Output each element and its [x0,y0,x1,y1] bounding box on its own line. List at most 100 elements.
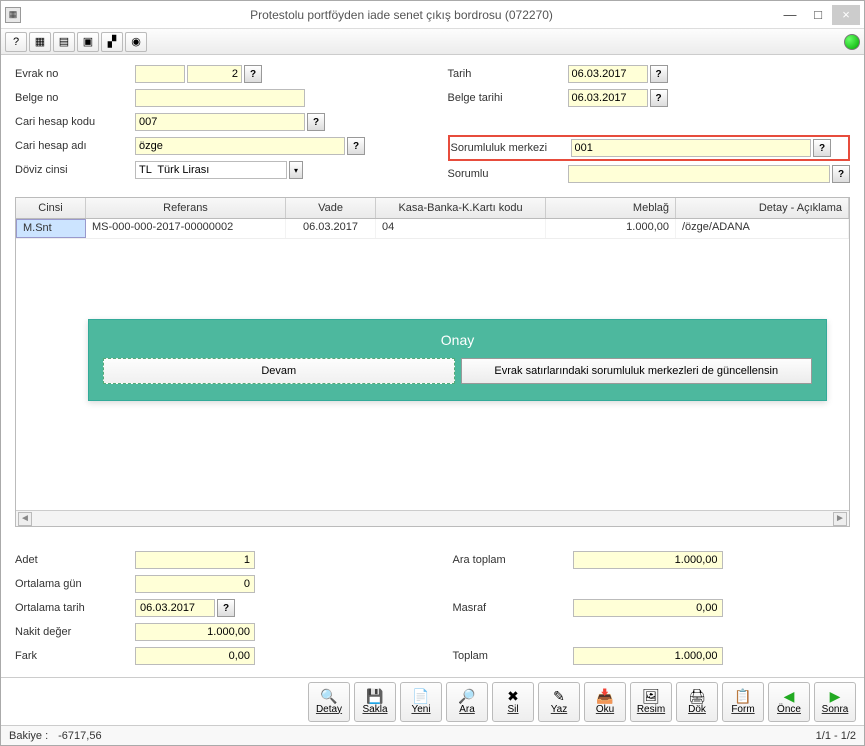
cell-vade: 06.03.2017 [286,219,376,238]
toolbar: ? ▦ ▤ ▣ ▞ ◉ [1,29,864,55]
col-detay[interactable]: Detay - Açıklama [676,198,849,218]
scroll-left-icon[interactable]: ◄ [18,512,32,526]
yeni-button[interactable]: 📄Yeni [400,682,442,722]
doviz-cinsi-field[interactable] [135,161,287,179]
form-grid: Evrak no ? Belge no Cari hesap kodu [15,63,850,187]
cell-detay: /özge/ADANA [676,219,849,238]
once-button[interactable]: ◀Önce [768,682,810,722]
label-ara-toplam: Ara toplam [453,554,573,566]
ortalama-tarih-help-icon[interactable]: ? [217,599,235,617]
ortalama-tarih-field[interactable] [135,599,215,617]
grid-header: Cinsi Referans Vade Kasa-Banka-K.Kartı k… [16,198,849,219]
prev-icon: ◀ [784,689,795,703]
window-controls: — □ × [776,5,860,25]
sil-button[interactable]: ✖Sil [492,682,534,722]
table-row[interactable]: M.Snt MS-000-000-2017-00000002 06.03.201… [16,219,849,239]
search-icon: 🔎 [458,689,475,703]
tarih-field[interactable] [568,65,648,83]
sorumluluk-field[interactable] [571,139,812,157]
confirm-continue-button[interactable]: Devam [103,358,455,384]
sorumlu-help-icon[interactable]: ? [832,165,850,183]
close-button[interactable]: × [832,5,860,25]
cell-cinsi[interactable]: M.Snt [16,219,86,238]
confirm-title: Onay [103,332,812,348]
fark-field[interactable] [135,647,255,665]
cell-kasa: 04 [376,219,546,238]
nakit-deger-field[interactable] [135,623,255,641]
summary-left: Adet Ortalama gün Ortalama tarih? Nakit … [15,549,413,669]
yaz-button[interactable]: ✎Yaz [538,682,580,722]
new-icon: 📄 [412,689,429,703]
dok-button[interactable]: 🖨Dök [676,682,718,722]
col-meblag[interactable]: Meblağ [546,198,676,218]
save-icon: 💾 [366,689,383,703]
toolbar-options-icon[interactable]: ▦ [29,32,51,52]
scroll-right-icon[interactable]: ► [833,512,847,526]
form-col-left: Evrak no ? Belge no Cari hesap kodu [15,63,418,187]
label-sorumlu: Sorumlu [448,168,568,180]
grid-h-scrollbar[interactable]: ◄ ► [16,510,849,526]
maximize-button[interactable]: □ [804,5,832,25]
toplam-field[interactable] [573,647,723,665]
detay-button[interactable]: 🔍Detay [308,682,350,722]
tarih-help-icon[interactable]: ? [650,65,668,83]
status-light-icon [844,34,860,50]
write-icon: ✎ [553,689,565,703]
grid-body[interactable]: M.Snt MS-000-000-2017-00000002 06.03.201… [16,219,849,510]
belge-tarihi-field[interactable] [568,89,648,107]
evrak-no-field[interactable] [187,65,242,83]
evrak-no-help-icon[interactable]: ? [244,65,262,83]
bakiye-label: Bakiye : [9,730,48,742]
label-belge-no: Belge no [15,92,135,104]
belge-tarihi-help-icon[interactable]: ? [650,89,668,107]
cari-adi-help-icon[interactable]: ? [347,137,365,155]
cari-kodu-help-icon[interactable]: ? [307,113,325,131]
print-icon: 🖨 [688,689,706,703]
sorumlu-field[interactable] [568,165,831,183]
label-ortalama-tarih: Ortalama tarih [15,602,135,614]
toolbar-chart-icon[interactable]: ▞ [101,32,123,52]
ara-button[interactable]: 🔎Ara [446,682,488,722]
bakiye-value: -6717,56 [58,730,101,742]
ara-toplam-field[interactable] [573,551,723,569]
adet-field[interactable] [135,551,255,569]
sorumluluk-help-icon[interactable]: ? [813,139,831,157]
col-kasa[interactable]: Kasa-Banka-K.Kartı kodu [376,198,546,218]
col-cinsi[interactable]: Cinsi [16,198,86,218]
bottom-button-bar: 🔍Detay 💾Sakla 📄Yeni 🔎Ara ✖Sil ✎Yaz 📥Oku … [1,677,864,725]
toolbar-help-icon[interactable]: ? [5,32,27,52]
cell-referans: MS-000-000-2017-00000002 [86,219,286,238]
image-icon: 🖼 [642,689,660,703]
doviz-dropdown-icon[interactable]: ▾ [289,161,303,179]
sakla-button[interactable]: 💾Sakla [354,682,396,722]
label-cari-hesap-adi: Cari hesap adı [15,140,135,152]
label-fark: Fark [15,650,135,662]
col-vade[interactable]: Vade [286,198,376,218]
belge-no-field[interactable] [135,89,305,107]
label-toplam: Toplam [453,650,573,662]
label-evrak-no: Evrak no [15,68,135,80]
label-sorumluluk: Sorumluluk merkezi [451,142,571,154]
form-button[interactable]: 📋Form [722,682,764,722]
evrak-no-prefix-field[interactable] [135,65,185,83]
magnifier-icon: 🔍 [320,689,337,703]
oku-button[interactable]: 📥Oku [584,682,626,722]
col-referans[interactable]: Referans [86,198,286,218]
cari-hesap-kodu-field[interactable] [135,113,305,131]
label-nakit-deger: Nakit değer [15,626,135,638]
toolbar-doc-icon[interactable]: ▤ [53,32,75,52]
app-window: ▦ Protestolu portföyden iade senet çıkış… [0,0,865,746]
sonra-button[interactable]: ▶Sonra [814,682,856,722]
masraf-field[interactable] [573,599,723,617]
label-ortalama-gun: Ortalama gün [15,578,135,590]
summary-area: Adet Ortalama gün Ortalama tarih? Nakit … [15,549,850,669]
resim-button[interactable]: 🖼Resim [630,682,672,722]
confirm-update-centers-button[interactable]: Evrak satırlarındaki sorumluluk merkezle… [461,358,813,384]
toolbar-excel-icon[interactable]: ▣ [77,32,99,52]
toolbar-record-icon[interactable]: ◉ [125,32,147,52]
cari-hesap-adi-field[interactable] [135,137,345,155]
ortalama-gun-field[interactable] [135,575,255,593]
data-grid: Cinsi Referans Vade Kasa-Banka-K.Kartı k… [15,197,850,527]
label-belge-tarihi: Belge tarihi [448,92,568,104]
minimize-button[interactable]: — [776,5,804,25]
